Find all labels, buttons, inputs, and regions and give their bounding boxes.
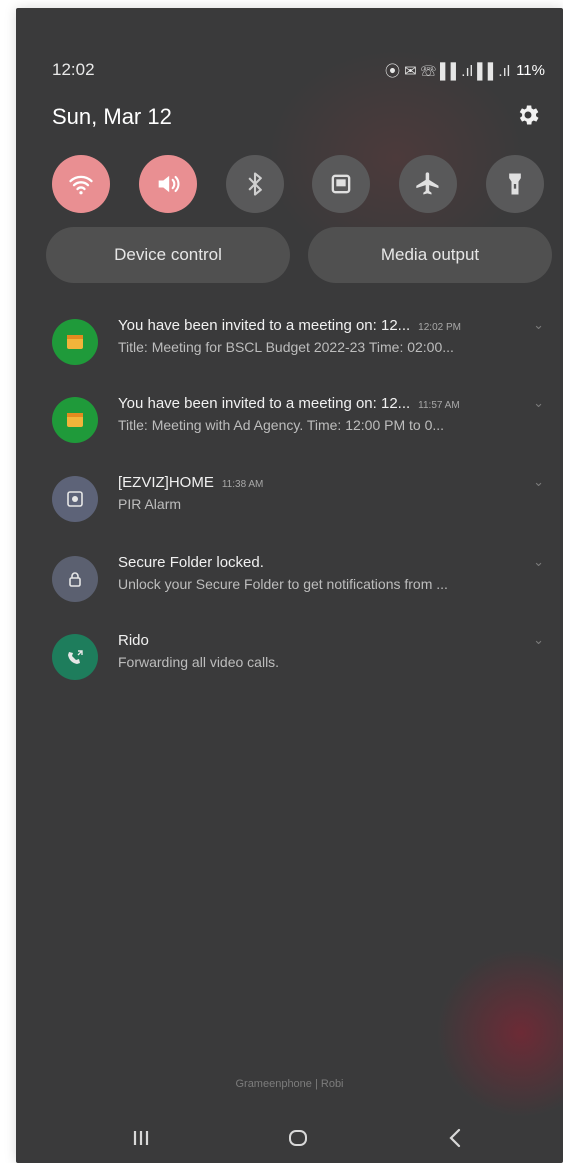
chevron-down-icon[interactable]: ⌄ [533,554,544,570]
back-icon [449,1128,461,1148]
notification-title: You have been invited to a meeting on: 1… [118,317,461,334]
navigation-bar [16,1118,563,1158]
flashlight-icon [509,173,521,195]
status-time: 12:02 [52,60,95,79]
notification-shade: 12:02 ⦿ ✉ ☏ ▌▌.ıl ▌▌.ıl 11% Sun, Mar 12 … [16,8,563,1163]
notification-body: Forwarding all video calls. [118,654,280,670]
wifi-toggle[interactable] [52,155,110,213]
notification-item[interactable]: Secure Folder locked. Unlock your Secure… [52,548,552,608]
status-icons: ⦿ ✉ ☏ ▌▌.ıl ▌▌.ıl 11% [385,60,545,81]
chevron-down-icon[interactable]: ⌄ [533,395,544,411]
calendar-icon [52,397,98,443]
notification-title: Secure Folder locked. [118,554,264,571]
home-icon [289,1130,307,1146]
airplane-icon [416,172,439,195]
gear-icon[interactable] [515,102,541,128]
recent-apps-button[interactable] [121,1118,161,1158]
notification-body: PIR Alarm [118,496,182,512]
screen-toggle[interactable] [312,155,371,213]
flashlight-toggle[interactable] [485,155,544,213]
chevron-down-icon[interactable]: ⌄ [533,632,544,648]
speaker-icon [158,175,180,193]
bluetooth-icon [248,172,262,196]
bluetooth-toggle[interactable] [225,155,284,213]
chevron-down-icon[interactable]: ⌄ [533,474,544,490]
wifi-icon [69,175,93,195]
screen-icon [332,174,351,194]
recent-apps-icon [133,1131,149,1145]
call-forward-icon [52,634,98,680]
calendar-icon [52,319,98,365]
home-button[interactable] [278,1118,318,1158]
wallpaper-glow-bottom [436,948,563,1118]
camera-icon [52,476,98,522]
quick-settings-row [52,155,544,213]
date-label: Sun, Mar 12 [52,104,172,129]
notification-title: Rido [118,632,149,649]
notification-item[interactable]: You have been invited to a meeting on: 1… [52,389,552,449]
notification-body: Title: Meeting for BSCL Budget 2022-23 T… [118,339,454,355]
chevron-down-icon[interactable]: ⌄ [533,317,544,333]
back-button[interactable] [436,1118,476,1158]
notification-item[interactable]: [EZVIZ]HOME 11:38 AM PIR Alarm ⌄ [52,468,552,528]
lock-icon [52,556,98,602]
notification-item[interactable]: You have been invited to a meeting on: 1… [52,311,552,371]
signal-icons: ⦿ ✉ ☏ ▌▌.ıl ▌▌.ıl [384,63,511,80]
notification-body: Unlock your Secure Folder to get notific… [118,576,448,592]
notification-body: Title: Meeting with Ad Agency. Time: 12:… [118,417,445,433]
carrier-label: Grameenphone | Robi [235,1078,344,1090]
sound-toggle[interactable] [138,155,197,213]
device-control-button[interactable]: Device control [46,227,290,283]
airplane-toggle[interactable] [399,155,458,213]
media-output-button[interactable]: Media output [308,227,552,283]
notification-item[interactable]: Rido Forwarding all video calls. ⌄ [52,626,552,686]
battery-percentage: 11% [516,62,545,79]
notification-title: [EZVIZ]HOME 11:38 AM [118,474,264,491]
notification-title: You have been invited to a meeting on: 1… [118,395,460,412]
